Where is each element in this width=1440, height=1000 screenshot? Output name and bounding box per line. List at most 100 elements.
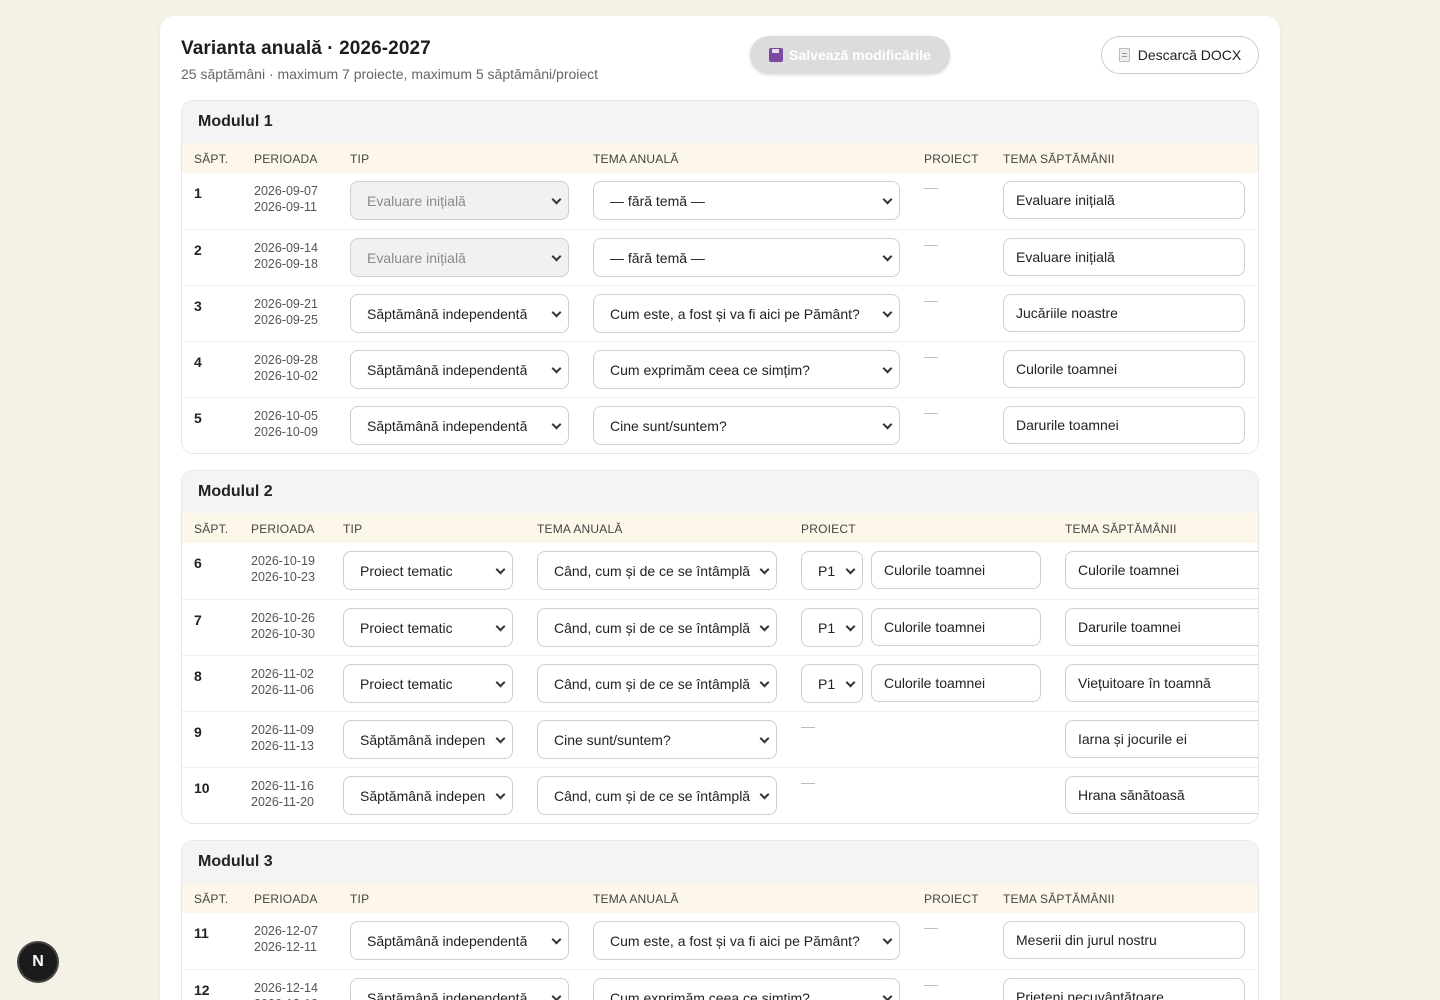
module-rows: 11 2026-12-07 2026-12-11 Săptămână independ… (182, 913, 1258, 1000)
dev-tools-badge[interactable]: N (19, 943, 57, 981)
annual-theme-select[interactable]: Când, cum și de ce se întâmplă (537, 608, 777, 647)
period-end: 2026-09-11 (254, 200, 318, 214)
annual-theme-select[interactable]: Cum este, a fost și va fi aici pe Pământ… (593, 294, 900, 333)
type-select[interactable]: Săptămână independentă (350, 406, 569, 445)
chevron-down-icon (882, 194, 893, 205)
column-header-period: PERIOADA (251, 522, 315, 536)
annual-theme-select[interactable]: Când, cum și de ce se întâmplă (537, 551, 777, 590)
type-select-value: Săptămână independentă (367, 932, 528, 949)
chevron-down-icon (551, 419, 562, 430)
type-select-value: Săptămână indepen (360, 731, 486, 748)
week-number: 6 (194, 555, 202, 571)
project-select[interactable]: P1 (801, 608, 863, 647)
column-header-row: SĂPT. PERIOADA TIP TEMA ANUALĂ PROIECT TEMA S… (182, 513, 1258, 543)
type-select-value: Săptămână independentă (367, 305, 528, 322)
column-header-project: PROIECT (801, 522, 856, 536)
column-header-type: TIP (350, 152, 370, 166)
type-select[interactable]: Săptămână independentă (350, 921, 569, 960)
period-dates: 2026-09-21 2026-09-25 (254, 296, 318, 328)
column-header-row: SĂPT. PERIOADA TIP TEMA ANUALĂ PROIECT TEMA S… (182, 143, 1258, 173)
weekly-theme-input[interactable]: Darurile toamnei (1065, 608, 1258, 646)
project-select[interactable]: P1 (801, 551, 863, 590)
column-header-annual: TEMA ANUALĂ (593, 152, 679, 166)
weekly-theme-input[interactable]: Culorile toamnei (1003, 350, 1245, 388)
weekly-theme-input[interactable]: Jucăriile noastre (1003, 294, 1245, 332)
column-header-period: PERIOADA (254, 892, 318, 906)
weekly-theme-input[interactable]: Hrana sănătoasă (1065, 776, 1258, 814)
period-end: 2026-10-02 (254, 369, 318, 383)
project-name-input[interactable]: Culorile toamnei (871, 608, 1041, 646)
module-section: Modulul 2 SĂPT. PERIOADA TIP TEMA ANUALĂ PROI… (181, 470, 1259, 824)
chevron-down-icon (551, 934, 562, 945)
module-title: Modulul 2 (182, 471, 1258, 513)
project-select[interactable]: P1 (801, 664, 863, 703)
column-header-weekly: TEMA SĂPTĂMÂNII (1003, 892, 1115, 906)
type-select-value: Evaluare inițială (367, 249, 466, 266)
weekly-theme-input[interactable]: Evaluare inițială (1003, 181, 1245, 219)
column-header-weekly: TEMA SĂPTĂMÂNII (1003, 152, 1115, 166)
annual-theme-select[interactable]: Cine sunt/suntem? (537, 720, 777, 759)
weekly-theme-input[interactable]: Iarna și jocurile ei (1065, 720, 1258, 758)
week-number: 11 (194, 925, 209, 941)
annual-theme-select-value: Când, cum și de ce se întâmplă (554, 562, 751, 579)
chevron-down-icon (551, 363, 562, 374)
chevron-down-icon (551, 991, 562, 1000)
type-select: Evaluare inițială (350, 181, 569, 220)
period-dates: 2026-10-05 2026-10-09 (254, 408, 318, 440)
column-header-project: PROIECT (924, 892, 979, 906)
period-end: 2026-11-20 (251, 795, 315, 809)
chevron-down-icon (845, 564, 856, 575)
weekly-theme-input[interactable]: Darurile toamnei (1003, 406, 1245, 444)
weekly-theme-input[interactable]: Meserii din jurul nostru (1003, 921, 1245, 959)
period-dates: 2026-11-09 2026-11-13 (251, 722, 314, 754)
period-start: 2026-11-09 (251, 723, 315, 737)
annual-theme-select[interactable]: Cum este, a fost și va fi aici pe Pământ… (593, 921, 900, 960)
type-select[interactable]: Proiect tematic (343, 664, 513, 703)
type-select[interactable]: Proiect tematic (343, 608, 513, 647)
project-name-input[interactable]: Culorile toamnei (871, 551, 1041, 589)
type-select[interactable]: Săptămână indepen (343, 776, 513, 815)
annual-theme-select[interactable]: Când, cum și de ce se întâmplă (537, 664, 777, 703)
period-start: 2026-12-14 (254, 981, 318, 995)
type-select: Evaluare inițială (350, 238, 569, 277)
table-row: 12 2026-12-142026-12-18 Săptămână independ… (182, 969, 1258, 1000)
type-select-value: Săptămână independentă (367, 417, 528, 434)
save-button[interactable]: Salvează modificările (750, 36, 950, 74)
chevron-down-icon (759, 789, 770, 800)
type-select[interactable]: Săptămână indepen (343, 720, 513, 759)
weekly-theme-input[interactable]: Prieteni necuvântătoare (1003, 978, 1245, 1000)
chevron-down-icon (882, 363, 893, 374)
annual-theme-select[interactable]: Cum exprimăm ceea ce simțim? (593, 978, 900, 1000)
period-start: 2026-09-14 (254, 241, 318, 255)
no-project-dash: — (924, 179, 938, 195)
page-title: Varianta anuală · 2026-2027 (181, 38, 431, 59)
annual-theme-select[interactable]: — fără temă — (593, 238, 900, 277)
annual-theme-select-value: Cum exprimăm ceea ce simțim? (610, 361, 810, 378)
annual-theme-select[interactable]: Cum exprimăm ceea ce simțim? (593, 350, 900, 389)
annual-theme-select[interactable]: Cine sunt/suntem? (593, 406, 900, 445)
chevron-down-icon (759, 677, 770, 688)
chevron-down-icon (495, 621, 506, 632)
no-project-dash: — (801, 774, 815, 790)
download-docx-button[interactable]: Descarcă DOCX (1101, 36, 1259, 74)
period-dates: 2026-10-26 2026-10-30 (251, 610, 315, 642)
module-section: Modulul 1 SĂPT. PERIOADA TIP TEMA ANUALĂ PROI… (181, 100, 1259, 454)
type-select[interactable]: Săptămână independentă (350, 294, 569, 333)
type-select[interactable]: Proiect tematic (343, 551, 513, 590)
column-header-period: PERIOADA (254, 152, 318, 166)
week-number: 10 (194, 780, 210, 796)
module-title: Modulul 3 (182, 841, 1258, 883)
annual-theme-select[interactable]: Când, cum și de ce se întâmplă (537, 776, 777, 815)
project-name-input[interactable]: Culorile toamnei (871, 664, 1041, 702)
chevron-down-icon (759, 621, 770, 632)
annual-theme-select[interactable]: — fără temă — (593, 181, 900, 220)
column-header-weekly: TEMA SĂPTĂMÂNII (1065, 522, 1177, 536)
type-select[interactable]: Săptămână independentă (350, 978, 569, 1000)
weekly-theme-input[interactable]: Evaluare inițială (1003, 238, 1245, 276)
weekly-theme-input[interactable]: Culorile toamnei (1065, 551, 1258, 589)
week-number: 5 (194, 410, 202, 426)
period-dates: 2026-10-19 2026-10-23 (251, 553, 315, 585)
annual-theme-select-value: — fără temă — (610, 192, 705, 209)
weekly-theme-input[interactable]: Viețuitoare în toamnă (1065, 664, 1258, 702)
type-select[interactable]: Săptămână independentă (350, 350, 569, 389)
